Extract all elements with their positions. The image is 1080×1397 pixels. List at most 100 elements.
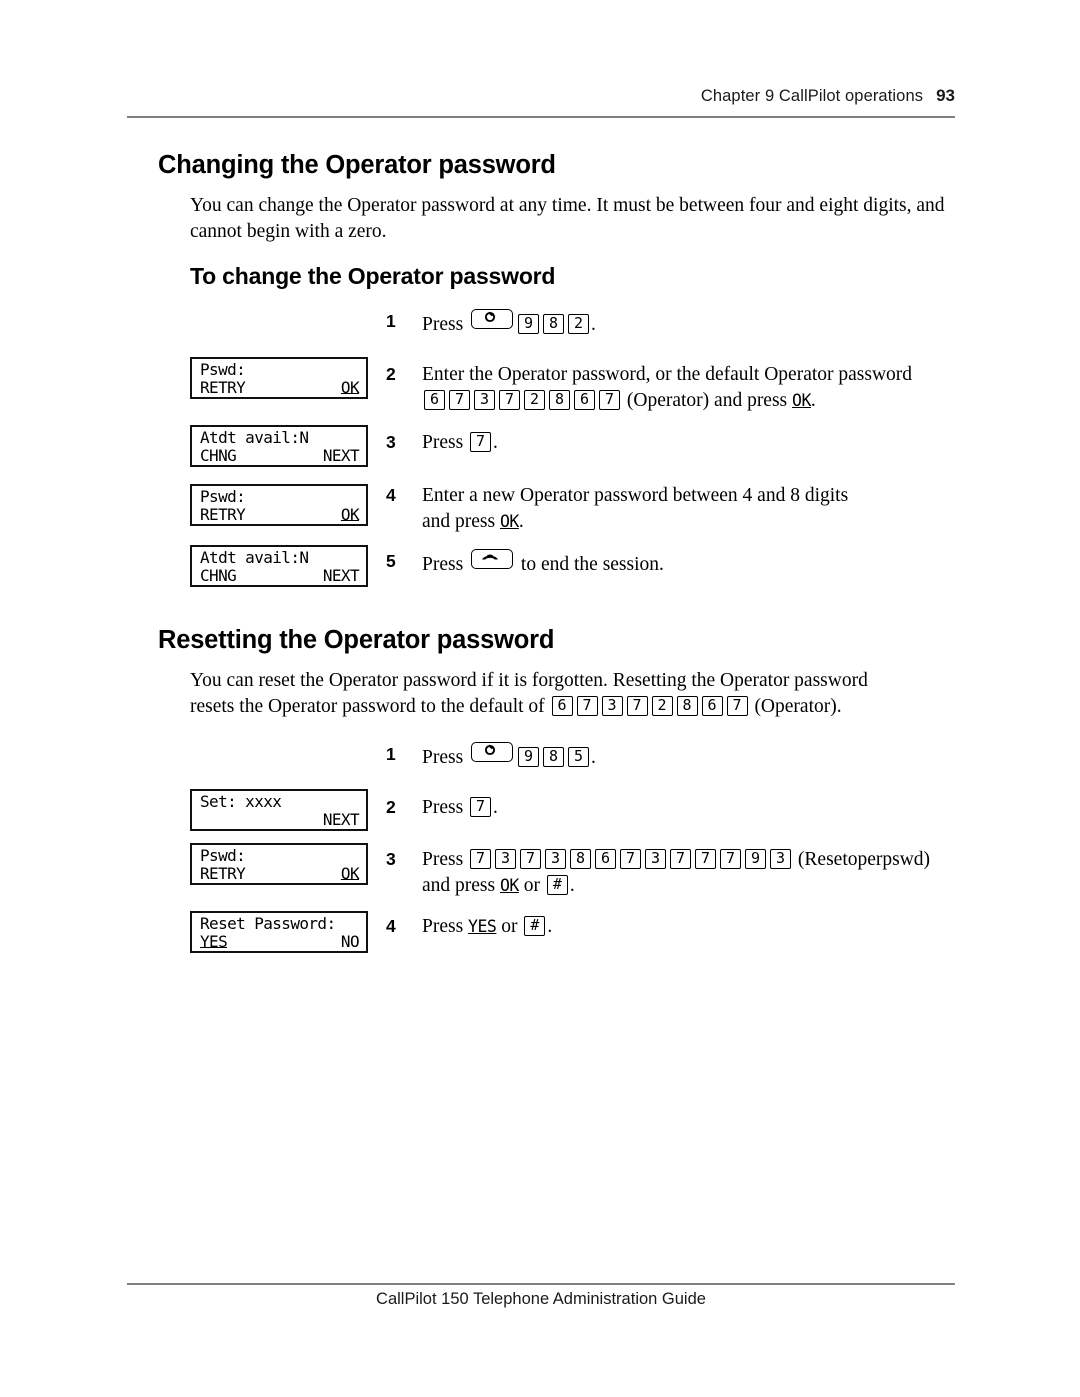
digit-key[interactable]: 8 [549, 389, 570, 410]
digit-key[interactable]: 7 [620, 849, 642, 869]
lcd-softkey-right[interactable]: NEXT [323, 810, 360, 829]
lcd-softkey-left[interactable]: RETRY [200, 864, 246, 883]
digit-key-8[interactable]: 8 [543, 314, 565, 334]
heading-resetting-operator-password: Resetting the Operator password [158, 626, 555, 654]
digit-key[interactable]: 7 [626, 695, 648, 716]
lcd-softkey-left[interactable]: CHNG [200, 446, 237, 465]
softkey-ok[interactable]: OK [500, 512, 519, 531]
digit-key[interactable]: 7 [470, 849, 492, 869]
digit-key[interactable]: 3 [474, 389, 495, 410]
lcd-softkey-right[interactable]: OK [341, 378, 360, 397]
digit-key[interactable]: 9 [745, 849, 767, 869]
digit-key[interactable]: 7 [449, 389, 470, 410]
lcd-softkey-right[interactable]: NEXT [323, 446, 360, 465]
feature-key-icon[interactable] [471, 742, 514, 762]
lcd-softkey-left[interactable]: CHNG [200, 566, 237, 585]
lcd-softkey-right[interactable]: NO [341, 932, 360, 951]
step-number: 1 [386, 744, 396, 764]
step-line-2-prefix: and press [422, 510, 496, 532]
header-rule [127, 116, 955, 118]
lcd-line-1: Set: xxxx [200, 792, 282, 811]
digit-key[interactable]: 6 [551, 695, 573, 716]
digit-key-2[interactable]: 2 [568, 314, 590, 334]
step-note: (Operator) and press [626, 389, 788, 411]
lcd-line-1: Atdt avail:N [200, 428, 309, 447]
step-text: Press 7373867377793 (Resetoperpswd) and p… [422, 847, 986, 898]
lcd-line-1: Pswd: [200, 487, 246, 506]
step-reset-1: 1 Press 985. [386, 742, 596, 771]
digit-key[interactable]: 7 [520, 849, 542, 869]
digit-key[interactable]: 2 [651, 695, 673, 716]
step-line-2-mid: or [523, 874, 540, 896]
digit-key[interactable]: 7 [670, 849, 692, 869]
lcd-softkey-right[interactable]: OK [341, 864, 360, 883]
digit-key-5[interactable]: 5 [568, 747, 590, 767]
paragraph-line-2-suffix: (Operator). [754, 695, 842, 717]
digit-key[interactable]: 7 [720, 849, 742, 869]
step-line-1: Enter the Operator password, or the defa… [422, 364, 913, 385]
step-suffix: . [591, 747, 596, 768]
digit-key[interactable]: 8 [570, 849, 592, 869]
running-head-chapter: Chapter 9 CallPilot operations [700, 87, 924, 105]
lcd-softkey-left[interactable]: RETRY [200, 378, 246, 397]
digit-key[interactable]: 7 [726, 695, 748, 716]
hash-key[interactable]: # [546, 874, 568, 895]
step-text: Press 985. [422, 742, 596, 771]
digit-key[interactable]: 6 [424, 389, 445, 410]
step-number: 5 [386, 551, 396, 571]
running-head: Chapter 9 CallPilot operations 93 [127, 86, 955, 106]
lcd-softkey-right[interactable]: NEXT [323, 566, 360, 585]
release-handset-key-icon[interactable] [471, 549, 514, 569]
lcd-softkey-left[interactable]: YES [200, 932, 228, 951]
digit-key[interactable]: 3 [645, 849, 667, 869]
digit-key[interactable]: 8 [676, 695, 698, 716]
feature-key-icon[interactable] [471, 309, 514, 329]
digit-key-7[interactable]: 7 [470, 797, 492, 817]
digit-key[interactable]: 7 [576, 695, 598, 716]
step-note: (Resetoperpswd) [797, 849, 931, 870]
lcd-line-1: Atdt avail:N [200, 548, 309, 567]
digit-key[interactable]: 7 [599, 389, 620, 410]
step-number: 1 [386, 311, 396, 331]
lcd-line-1: Pswd: [200, 360, 246, 379]
step-prefix: Press [422, 314, 464, 335]
step-prefix: Press [422, 554, 464, 575]
digit-key-9[interactable]: 9 [518, 747, 540, 767]
lcd-display-pswd-3: Pswd: RETRY OK [190, 843, 368, 885]
document-page: Chapter 9 CallPilot operations 93 Changin… [0, 0, 1080, 1397]
digit-key[interactable]: 6 [574, 389, 595, 410]
step-reset-2: 2 Press 7. [386, 795, 498, 821]
hash-key[interactable]: # [524, 916, 546, 936]
lcd-softkey-right[interactable]: OK [341, 505, 360, 524]
lcd-display-atdt-avail-2: Atdt avail:N CHNG NEXT [190, 545, 368, 587]
digit-key-7[interactable]: 7 [470, 432, 492, 452]
step-suffix: . [810, 389, 816, 411]
lcd-line-1: Pswd: [200, 846, 246, 865]
step-text: Press to end the session. [422, 549, 664, 578]
digit-key[interactable]: 7 [499, 389, 520, 410]
digit-key-8[interactable]: 8 [543, 747, 565, 767]
digit-key[interactable]: 6 [595, 849, 617, 869]
digit-key[interactable]: 3 [770, 849, 792, 869]
subheading-to-change-operator-password: To change the Operator password [190, 263, 556, 289]
digit-key[interactable]: 6 [701, 695, 723, 716]
step-number: 2 [386, 797, 396, 817]
step-suffix: . [493, 797, 498, 818]
softkey-ok[interactable]: OK [792, 391, 811, 410]
step-text: Enter the Operator password, or the defa… [422, 362, 946, 413]
digit-key[interactable]: 3 [495, 849, 517, 869]
digit-key[interactable]: 3 [601, 695, 623, 716]
lcd-display-pswd-2: Pswd: RETRY OK [190, 484, 368, 526]
paragraph-line-2-prefix: resets the Operator password to the defa… [190, 695, 545, 717]
softkey-yes[interactable]: YES [468, 917, 497, 936]
footer-rule [127, 1283, 955, 1285]
paragraph-line-1: You can reset the Operator password if i… [190, 670, 868, 691]
page-number: 93 [936, 86, 955, 105]
step-number: 3 [386, 432, 396, 452]
digit-key[interactable]: 7 [695, 849, 717, 869]
digit-key[interactable]: 3 [545, 849, 567, 869]
lcd-softkey-left[interactable]: RETRY [200, 505, 246, 524]
softkey-ok[interactable]: OK [500, 876, 519, 895]
digit-key-9[interactable]: 9 [518, 314, 540, 334]
digit-key[interactable]: 2 [524, 389, 545, 410]
